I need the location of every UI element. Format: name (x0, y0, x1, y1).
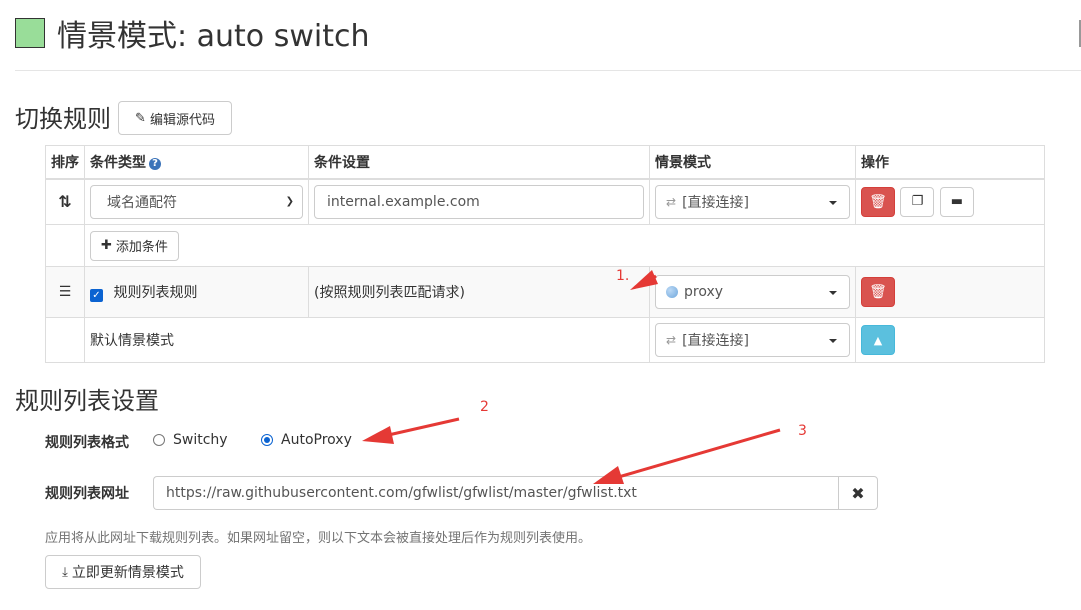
col-condition-type: 条件类型? (84, 145, 309, 180)
rule-profile-value: [直接连接] (682, 194, 749, 211)
switch-rules-table: 排序 条件类型? 条件设置 情景模式 操作 ⇅ 域名通配符 ❯ internal… (45, 145, 1045, 363)
rule-list-profile-value: proxy (684, 284, 724, 300)
list-icon: ☰ (45, 266, 85, 318)
clone-rule-button[interactable]: ❐ (900, 186, 935, 217)
page-title: 情景模式: auto switch (57, 19, 370, 54)
rule-list-checkbox[interactable]: ✓ (90, 289, 103, 302)
default-profile-select[interactable]: ⇄ [直接连接] (655, 323, 850, 357)
url-help-text: 应用将从此网址下载规则列表。如果网址留空，则以下文本会被直接处理后作为规则列表使… (45, 531, 592, 546)
radio-icon (153, 434, 165, 446)
url-input-group: https://raw.githubusercontent.com/gfwlis… (153, 476, 878, 510)
sort-handle-icon[interactable]: ⇅ (45, 178, 85, 225)
clear-url-button[interactable]: ✖ (838, 476, 878, 510)
default-profile-row: 默认情景模式 ⇄ [直接连接] ▲ (45, 317, 1045, 363)
profile-color-swatch[interactable] (15, 18, 45, 48)
rule-list-row: ☰ ✓ 规则列表规则 (按照规则列表匹配请求) proxy 🗑 (45, 266, 1045, 318)
globe-icon (666, 286, 678, 298)
chevron-down-icon: ❯ (285, 195, 294, 207)
trash-icon: 🗑 (869, 284, 887, 300)
format-radio-autoproxy-label: AutoProxy (281, 432, 352, 448)
comment-icon: ▬ (950, 194, 964, 210)
table-row: ✚ 添加条件 (45, 224, 1045, 267)
rule-list-profile-select[interactable]: proxy (655, 275, 850, 309)
add-condition-label: 添加条件 (115, 240, 168, 255)
rule-list-url-input[interactable]: https://raw.githubusercontent.com/gfwlis… (153, 476, 838, 510)
col-sort: 排序 (45, 145, 85, 180)
rule-list-description: (按照规则列表匹配请求) (308, 266, 650, 318)
delete-rule-list-button[interactable]: 🗑 (861, 277, 895, 307)
header-divider (15, 70, 1081, 71)
edit-source-button[interactable]: ✎ 编辑源代码 (118, 101, 232, 135)
caret-down-icon (829, 339, 837, 343)
default-profile-label: 默认情景模式 (84, 317, 650, 363)
caret-down-icon (829, 291, 837, 295)
format-label: 规则列表格式 (45, 435, 129, 451)
help-icon[interactable]: ? (149, 157, 161, 170)
col-profile: 情景模式 (649, 145, 856, 180)
update-profile-label: 立即更新情景模式 (71, 565, 184, 581)
format-radio-autoproxy[interactable]: AutoProxy (261, 432, 352, 448)
close-icon: ✖ (851, 483, 865, 503)
condition-type-select[interactable]: 域名通配符 ❯ (90, 184, 303, 219)
edit-source-label: 编辑源代码 (149, 112, 215, 128)
comment-rule-button[interactable]: ▬ (939, 186, 974, 217)
update-profile-button[interactable]: ⤓ 立即更新情景模式 (45, 555, 201, 589)
rule-list-label: 规则列表规则 (113, 285, 198, 301)
table-row: ⇅ 域名通配符 ❯ internal.example.com ⇄ [直接连接] … (45, 178, 1045, 225)
format-radio-switchy[interactable]: Switchy (153, 432, 228, 448)
add-condition-button[interactable]: ✚ 添加条件 (90, 230, 179, 261)
delete-rule-button[interactable]: 🗑 (861, 186, 895, 217)
radio-selected-icon (261, 434, 273, 446)
caret-down-icon (829, 200, 837, 205)
direct-connect-icon: ⇄ (666, 194, 677, 209)
col-condition-type-label: 条件类型 (90, 154, 146, 171)
format-radio-switchy-label: Switchy (173, 432, 228, 448)
direct-connect-icon: ⇄ (666, 333, 677, 347)
rule-list-settings-title: 规则列表设置 (15, 387, 159, 415)
table-header-row: 排序 条件类型? 条件设置 情景模式 操作 (45, 145, 1045, 180)
annotation-label-2: 2 (480, 399, 489, 415)
page-header: 情景模式: auto switch (15, 12, 369, 54)
switch-rules-title: 切换规则 (15, 105, 111, 133)
rule-profile-select[interactable]: ⇄ [直接连接] (655, 184, 850, 219)
annotation-label-3: 3 (798, 423, 807, 439)
collapse-button[interactable]: ▲ (861, 325, 895, 355)
trash-icon: 🗑 (869, 193, 887, 210)
col-condition-settings: 条件设置 (308, 145, 650, 180)
copy-icon: ❐ (911, 194, 924, 210)
edit-icon: ✎ (135, 110, 146, 126)
chevron-up-icon: ▲ (873, 333, 883, 347)
condition-type-value: 域名通配符 (107, 194, 177, 211)
plus-icon: ✚ (101, 238, 112, 253)
condition-value-input[interactable]: internal.example.com (314, 184, 644, 219)
download-icon: ⤓ (62, 564, 68, 580)
url-label: 规则列表网址 (45, 486, 129, 502)
col-actions: 操作 (855, 145, 1045, 180)
default-profile-value: [直接连接] (682, 333, 749, 349)
annotation-arrow-2 (362, 417, 460, 444)
annotation-label-1: 1. (616, 268, 630, 284)
